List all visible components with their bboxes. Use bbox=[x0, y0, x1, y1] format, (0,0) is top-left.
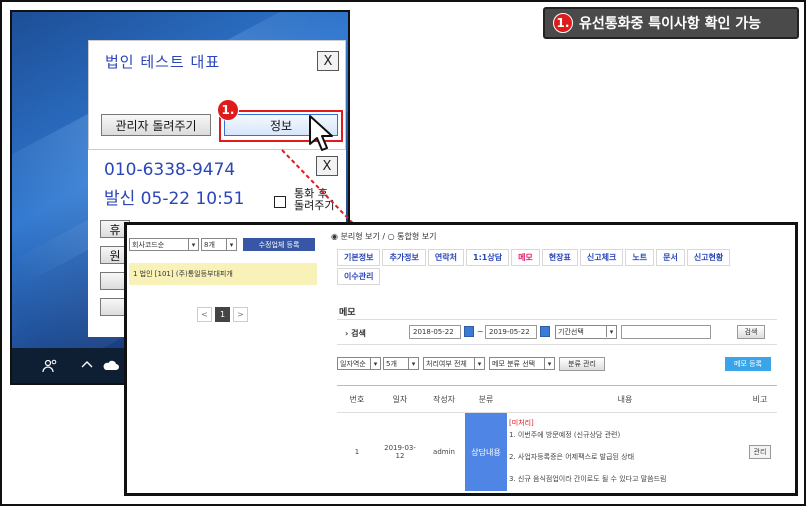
count-select-value: 8개 bbox=[204, 240, 215, 249]
calendar-icon[interactable] bbox=[464, 326, 474, 337]
period-select[interactable]: 기간선택 ▾ bbox=[555, 325, 617, 339]
tab-9[interactable]: 신고현황 bbox=[686, 249, 731, 266]
table-row[interactable]: 1 2019-03- 12 admin 상담내용 [미처리] 1. 이번주에 방… bbox=[337, 413, 777, 491]
table-header: 번호 일자 작성자 분류 내용 비고 bbox=[337, 385, 777, 413]
close-button[interactable]: X bbox=[317, 51, 339, 71]
manage-button[interactable]: 관리 bbox=[748, 445, 772, 459]
cell-date-line1: 2019-03- bbox=[384, 444, 416, 452]
memo-line: 1. 이번주에 방문예정 (신규상담 관련) bbox=[509, 431, 621, 439]
memo-line: 3. 신규 음식점업이라 간이로도 될 수 있다고 말씀드림 bbox=[509, 475, 667, 483]
tab-1[interactable]: 추가정보 bbox=[382, 249, 426, 266]
add-memo-button[interactable]: 메모 등록 bbox=[725, 357, 771, 371]
cell-date-line2: 12 bbox=[395, 452, 405, 460]
phone-number: 010-6338-9474 bbox=[104, 160, 236, 180]
date-from-input[interactable]: 2018-05-22 bbox=[409, 325, 461, 339]
chevron-down-icon: ▾ bbox=[226, 239, 236, 250]
chevron-down-icon: ▾ bbox=[544, 358, 554, 369]
chevron-down-icon: ▾ bbox=[408, 358, 418, 369]
company-row[interactable]: 1 법인 [101] (주)통일등부대피개 bbox=[129, 263, 317, 285]
step-marker: 1. bbox=[217, 99, 239, 121]
view-mode-toggle[interactable]: ◉ 분리형 보기 / ○ 통합형 보기 bbox=[331, 231, 437, 242]
processed-select[interactable]: 처리여부 전체 ▾ bbox=[423, 357, 485, 370]
column-header: 비고 bbox=[752, 394, 768, 404]
section-title: 메모 bbox=[339, 308, 356, 318]
company-list-panel: 회사코드순 ▾ 8개 ▾ 수정업체 등록 1 법인 [101] (주)통일등부대… bbox=[127, 225, 319, 493]
pager-next[interactable]: > bbox=[233, 307, 248, 322]
tab-2[interactable]: 연락처 bbox=[427, 249, 464, 266]
cell-no: 1 bbox=[354, 448, 360, 456]
recall-admin-button[interactable]: 관리자 돌려주기 bbox=[101, 114, 211, 136]
chevron-down-icon: ▾ bbox=[370, 358, 380, 369]
calendar-icon[interactable] bbox=[540, 326, 550, 337]
after-call-label: 통화 후 돌려주기 bbox=[294, 188, 334, 212]
after-call-checkbox[interactable] bbox=[274, 196, 286, 208]
pager-prev[interactable]: < bbox=[197, 307, 212, 322]
cell-author: admin bbox=[433, 448, 455, 456]
date-to-input[interactable]: 2019-05-22 bbox=[485, 325, 537, 339]
call-time: 발신 05-22 10:51 bbox=[104, 189, 245, 209]
memo-app-window: 회사코드순 ▾ 8개 ▾ 수정업체 등록 1 법인 [101] (주)통일등부대… bbox=[124, 222, 798, 496]
mouse-cursor-icon bbox=[309, 115, 333, 151]
range-tilde: ~ bbox=[477, 327, 484, 336]
column-header: 작성자 bbox=[432, 394, 456, 404]
page-size-value: 5개 bbox=[386, 359, 397, 368]
processed-select-value: 처리여부 전체 bbox=[426, 359, 467, 368]
cell-date: 2019-03- 12 bbox=[377, 413, 423, 491]
cell-content: [미처리] 1. 이번주에 방문예정 (신규상담 관련) 2. 사업자등록증은 … bbox=[507, 413, 743, 491]
cell-action: 관리 bbox=[743, 413, 777, 491]
search-label: › 검색 bbox=[345, 329, 366, 338]
cell-category: 상담내용 bbox=[465, 413, 507, 491]
page-size-select[interactable]: 5개 ▾ bbox=[383, 357, 419, 370]
cloud-icon[interactable] bbox=[102, 358, 120, 376]
chevron-down-icon: ▾ bbox=[606, 326, 616, 337]
sort-select-value: 회사코드순 bbox=[132, 240, 165, 249]
column-header: 번호 bbox=[349, 394, 365, 404]
tab-3[interactable]: 1:1상담 bbox=[466, 249, 510, 266]
order-select-value: 일자역순 bbox=[340, 359, 366, 368]
chevron-down-icon: ▾ bbox=[474, 358, 484, 369]
callout-label: 1. 유선통화중 특이사항 확인 가능 bbox=[543, 7, 799, 39]
memo-panel: ◉ 분리형 보기 / ○ 통합형 보기 기본정보 추가정보 연락처 1:1상담 메모 현장… bbox=[329, 225, 795, 493]
category-manage-button[interactable]: 분류 관리 bbox=[559, 357, 605, 371]
order-select[interactable]: 일자역순 ▾ bbox=[337, 357, 381, 370]
tab-8[interactable]: 문서 bbox=[656, 249, 685, 266]
people-icon[interactable] bbox=[42, 358, 58, 378]
column-header: 내용 bbox=[617, 394, 633, 404]
pager-current[interactable]: 1 bbox=[215, 307, 230, 322]
memo-line: 2. 사업자등록증은 어제팩스로 발급된 상태 bbox=[509, 453, 635, 461]
search-button[interactable]: 검색 bbox=[737, 325, 765, 339]
close-button[interactable]: X bbox=[316, 156, 338, 176]
tab-10[interactable]: 이수관리 bbox=[337, 268, 381, 285]
after-call-label-line2: 돌려주기 bbox=[294, 199, 335, 212]
callout-text: 유선통화중 특이사항 확인 가능 bbox=[579, 16, 762, 32]
tab-5[interactable]: 현장표 bbox=[541, 249, 578, 266]
sort-select[interactable]: 회사코드순 ▾ bbox=[129, 238, 199, 251]
search-bar: › 검색 2018-05-22 ~ 2019-05-22 기간선택 ▾ 검색 bbox=[337, 319, 777, 345]
register-company-button[interactable]: 수정업체 등록 bbox=[243, 238, 315, 251]
tab-0[interactable]: 기본정보 bbox=[337, 249, 381, 266]
column-header: 일자 bbox=[392, 394, 408, 404]
tab-6[interactable]: 신고체크 bbox=[579, 249, 624, 266]
tab-7[interactable]: 노트 bbox=[625, 249, 655, 266]
memo-status: [미처리] bbox=[509, 419, 534, 427]
category-select-value: 메모 분류 선택 bbox=[492, 359, 536, 368]
keyword-input[interactable] bbox=[621, 325, 711, 339]
tab-bar: 기본정보 추가정보 연락처 1:1상담 메모 현장표 신고체크 노트 문서 신고현황이수관리 bbox=[337, 249, 773, 287]
period-select-value: 기간선택 bbox=[558, 328, 584, 336]
column-header: 분류 bbox=[478, 394, 494, 404]
chevron-up-icon[interactable] bbox=[80, 358, 94, 376]
tab-4[interactable]: 메모 bbox=[511, 249, 540, 266]
category-select[interactable]: 메모 분류 선택 ▾ bbox=[489, 357, 555, 370]
caller-title: 법인 테스트 대표 bbox=[105, 53, 221, 71]
callout-number: 1. bbox=[553, 13, 573, 33]
count-select[interactable]: 8개 ▾ bbox=[201, 238, 237, 251]
chevron-down-icon: ▾ bbox=[188, 239, 198, 250]
